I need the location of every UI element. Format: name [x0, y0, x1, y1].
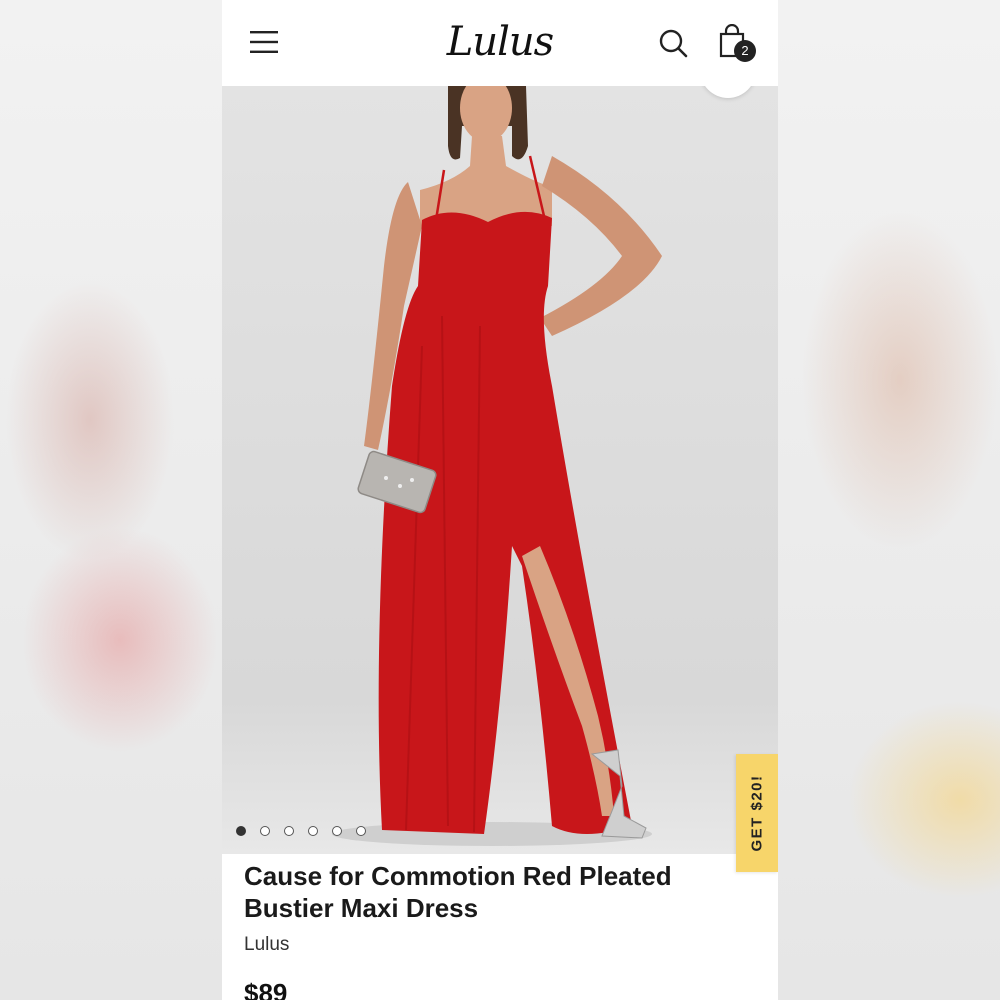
promo-tab-label: GET $20! — [748, 774, 766, 852]
gallery-dot-2[interactable] — [260, 826, 270, 836]
product-title: Cause for Commotion Red Pleated Bustier … — [244, 861, 672, 923]
gallery-dot-4[interactable] — [308, 826, 318, 836]
cart-button[interactable]: 2 — [718, 23, 758, 64]
site-header: Lulus 2 — [222, 0, 778, 86]
menu-icon[interactable] — [250, 30, 278, 54]
product-price: $89 — [244, 978, 288, 1000]
lulus-logo[interactable]: Lulus — [442, 14, 558, 70]
gallery-dot-5[interactable] — [332, 826, 342, 836]
gallery-dot-1[interactable] — [236, 826, 246, 836]
product-image[interactable] — [222, 86, 778, 854]
gallery-dot-6[interactable] — [356, 826, 366, 836]
gallery-dot-3[interactable] — [284, 826, 294, 836]
cart-count-badge: 2 — [734, 40, 756, 62]
phone-screen: Lulus 2 GET $20! Cause for Commotion Red… — [222, 0, 778, 1000]
promo-tab[interactable]: GET $20! — [736, 754, 778, 872]
dress-photo — [332, 86, 662, 846]
product-brand[interactable]: Lulus — [244, 934, 289, 956]
gallery-pagination — [236, 826, 366, 838]
search-icon[interactable] — [658, 28, 688, 58]
